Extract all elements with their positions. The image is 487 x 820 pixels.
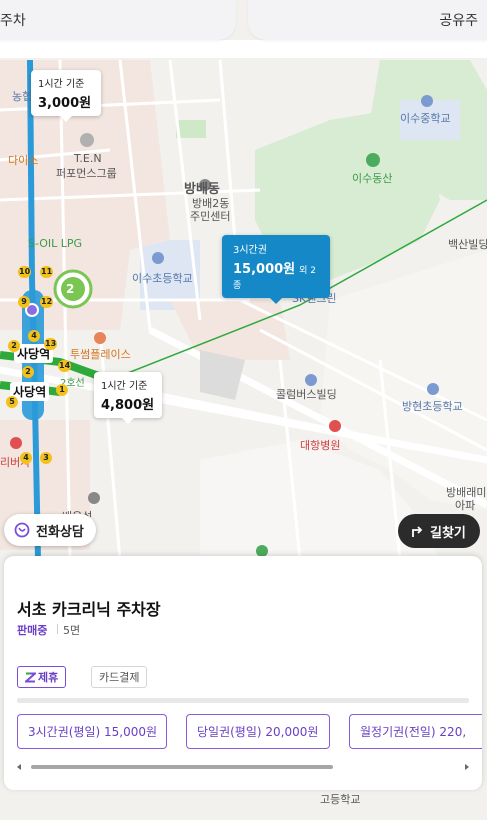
station-badge: 9 [18,296,30,308]
partner-tag-label: 제휴 [38,671,59,684]
directions-button[interactable]: 길찾기 [398,514,480,548]
station-badge: 11 [40,266,54,278]
station-badge: 12 [40,296,54,308]
map-label-nonghyup: 농협 [12,90,33,103]
price-pin-selected[interactable]: 3시간권 15,000원 외 2종 [222,235,330,304]
station-badge: 5 [6,396,18,408]
price-pin-subtitle: 1시간 기준 [38,79,85,90]
scroll-right-arrow-icon[interactable] [465,764,469,770]
card-payment-label: 카드결제 [99,671,140,684]
map-label-isu-elementary: 이수초등학교 [132,272,193,285]
station-badge: 2 [8,340,20,352]
map-label-columbus: 콜럼버스빌딩 [276,388,337,401]
map-label-daehang-hospital: 대항병원 [300,439,341,452]
station-badge: 2 [22,366,34,378]
map-label-daiso: 다이소 [8,154,39,167]
ticket-option-label: 당일권(평일) 20,000원 [197,725,319,739]
turn-right-arrow-icon [412,526,423,537]
map-label-twosome: 투썸플레이스 [70,348,131,361]
filter-chip-parking-label: 주차 [0,13,26,29]
station-badge: 4 [20,452,32,464]
partner-z-icon [25,672,36,682]
scrollbar-thumb[interactable] [31,765,333,769]
ticket-option-label: 3시간권(평일) 15,000원 [28,725,158,739]
price-pin-price: 15,000원 [233,262,296,277]
station-badge: 10 [18,266,32,278]
sale-status: 판매중 [17,624,48,637]
map-label-community-center: 주민센터 [190,210,231,223]
map-label-isu-mountain: 이수동산 [352,172,393,185]
map-label-soil: S-OIL LPG [28,237,83,250]
price-pin-price: 4,800원 [101,398,155,413]
horizontal-scrollbar[interactable] [17,762,469,772]
parking-lot-sheet: 서초 카크리닉 주차장 판매중 5면 제휴 카드결제 3시간권(평일) 15,0… [4,556,482,790]
section-divider [17,698,469,703]
station-badge: 4 [28,330,40,342]
station-badge: 14 [58,360,72,372]
cluster-count[interactable]: 2 [66,282,74,296]
phone-consult-label: 전화상담 [36,524,84,540]
price-pin[interactable]: 1시간 기준 3,000원 [31,70,101,122]
price-pin[interactable]: 1시간 기준 4,800원 [94,372,162,424]
scroll-left-arrow-icon[interactable] [17,764,21,770]
map-label-isu-middle: 이수중학교 [400,112,451,125]
card-payment-tag: 카드결제 [91,666,148,688]
map-label-performance: 퍼포먼스그룹 [56,167,117,180]
map-label-banghyun: 방현초등학교 [402,400,463,413]
map-label-apartment: 아파 [455,499,476,512]
ticket-option-label: 월정기권(전일) 220, [360,725,467,739]
price-pin-subtitle: 3시간권 [233,245,267,256]
map-label-baeksan: 백산빌딩 [448,238,487,251]
map-label-high-school: 고등학교 [320,793,361,806]
price-pin-subtitle: 1시간 기준 [101,381,148,392]
ticket-option[interactable]: 3시간권(평일) 15,000원 [17,714,167,749]
filter-chip-shared-label: 공유주 [439,13,478,29]
filter-chip-shared[interactable]: 공유주 [248,0,487,40]
price-pin-price: 3,000원 [38,96,92,111]
station-badge: 1 [56,384,68,396]
directions-label: 길찾기 [430,525,466,541]
partner-tag: 제휴 [17,666,67,688]
map-label-ten: T.E.N [74,152,102,165]
station-badge: 3 [40,452,52,464]
filter-chip-parking[interactable]: 주차 [0,0,236,40]
ticket-option[interactable]: 당일권(평일) 20,000원 [186,714,330,749]
top-filter-bar [0,40,487,58]
parking-spaces: 5면 [63,624,81,637]
parking-lot-name: 서초 카크리닉 주차장 [17,600,161,619]
station-badge: 13 [44,338,58,350]
ticket-option[interactable]: 월정기권(전일) 220, [349,714,482,749]
divider [57,624,58,634]
phone-consult-icon [14,522,30,538]
phone-consult-button[interactable]: 전화상담 [4,514,96,546]
